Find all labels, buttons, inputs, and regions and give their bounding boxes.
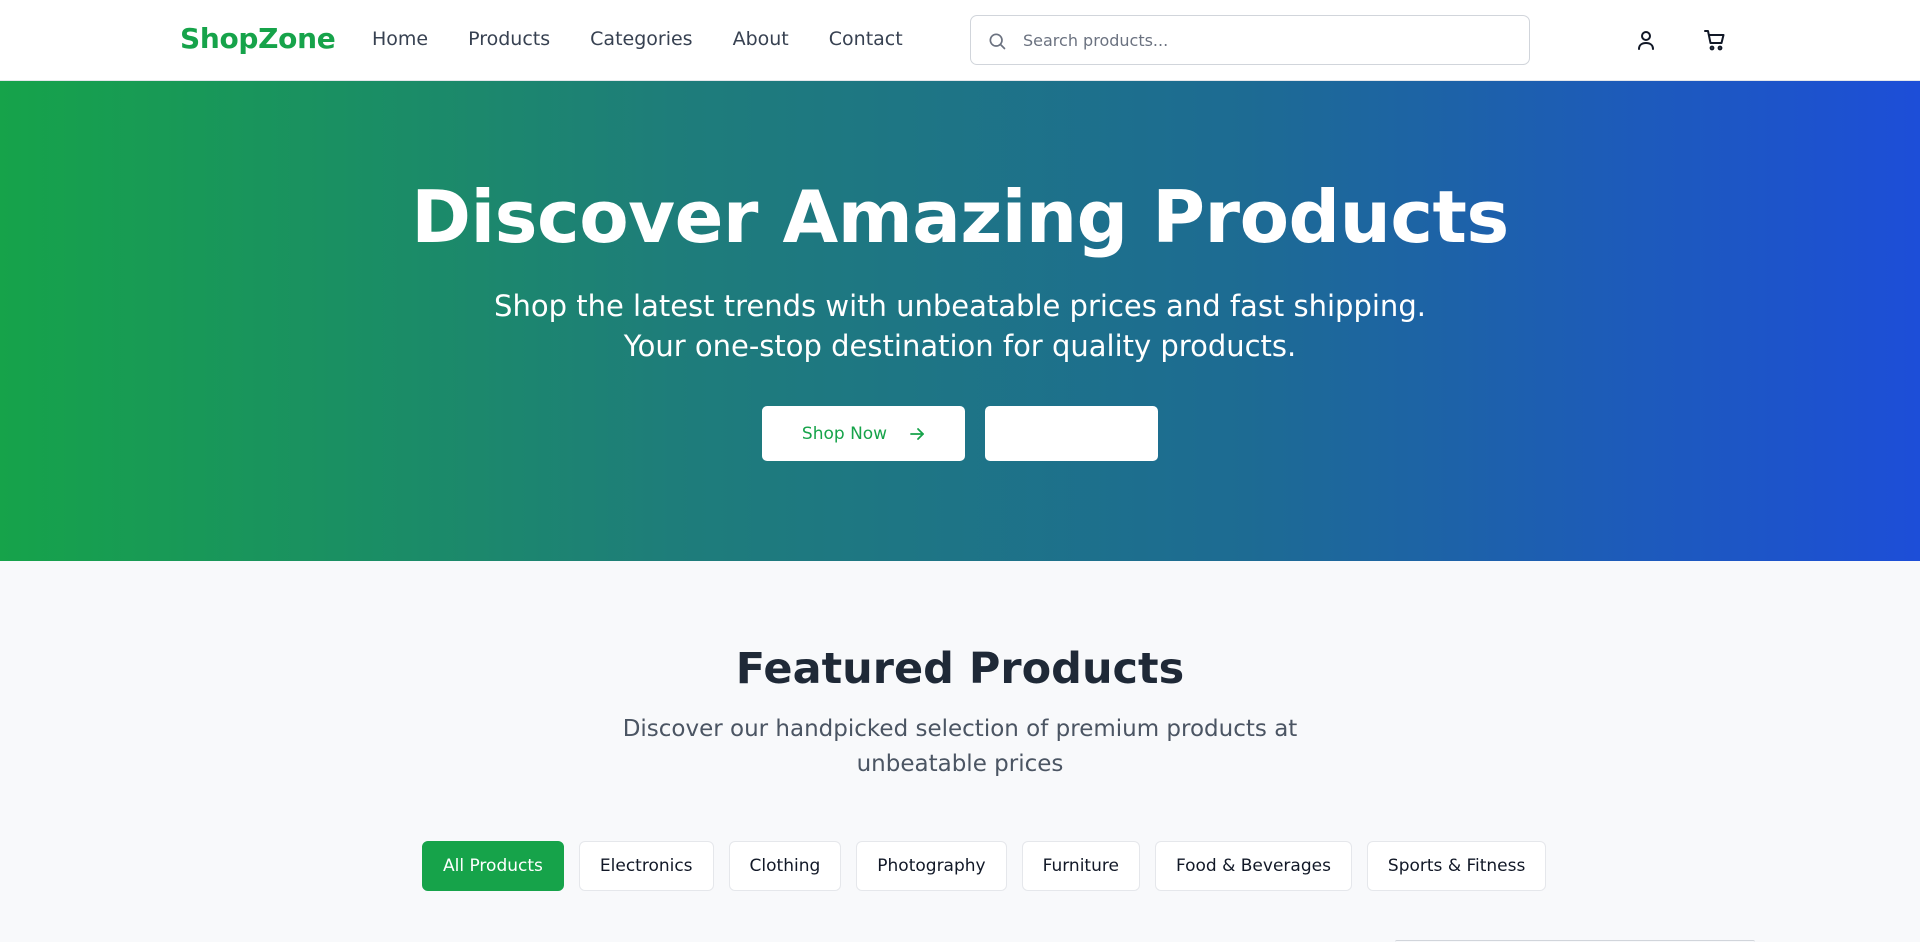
search-box bbox=[970, 15, 1530, 65]
nav-about[interactable]: About bbox=[733, 28, 789, 50]
hero-title: Discover Amazing Products bbox=[411, 175, 1509, 259]
logo[interactable]: ShopZone bbox=[180, 22, 336, 55]
secondary-hero-button[interactable] bbox=[985, 406, 1158, 461]
filter-furniture[interactable]: Furniture bbox=[1021, 841, 1140, 891]
nav-contact[interactable]: Contact bbox=[829, 28, 903, 50]
filter-electronics[interactable]: Electronics bbox=[578, 841, 714, 891]
featured-subtitle: Discover our handpicked selection of pre… bbox=[622, 716, 1298, 777]
cart-icon[interactable] bbox=[1703, 28, 1727, 52]
hero-subtitle: Shop the latest trends with unbeatable p… bbox=[494, 289, 1426, 363]
user-icon[interactable] bbox=[1634, 28, 1658, 52]
nav-home[interactable]: Home bbox=[372, 28, 428, 50]
shop-now-label: Shop Now bbox=[801, 423, 888, 444]
nav-categories[interactable]: Categories bbox=[590, 28, 692, 50]
featured-title: Featured Products bbox=[735, 644, 1185, 694]
filter-sports-fitness[interactable]: Sports & Fitness bbox=[1366, 841, 1547, 891]
nav-products[interactable]: Products bbox=[468, 28, 550, 50]
search-icon bbox=[989, 33, 1006, 50]
site-header: ShopZone Home Products Categories About … bbox=[0, 0, 1920, 81]
filter-all-products[interactable]: All Products bbox=[422, 841, 564, 891]
arrow-right-icon bbox=[910, 427, 924, 440]
filter-clothing[interactable]: Clothing bbox=[728, 841, 842, 891]
filter-photography[interactable]: Photography bbox=[856, 841, 1007, 891]
search-input[interactable] bbox=[1021, 16, 1511, 64]
category-filters: All Products Electronics Clothing Photog… bbox=[422, 841, 1561, 891]
hero-banner: Discover Amazing Products Shop the lates… bbox=[0, 81, 1920, 561]
shop-now-button[interactable]: Shop Now bbox=[762, 406, 965, 461]
main-nav: Home Products Categories About Contact bbox=[372, 28, 943, 50]
filter-food-beverages[interactable]: Food & Beverages bbox=[1154, 841, 1352, 891]
